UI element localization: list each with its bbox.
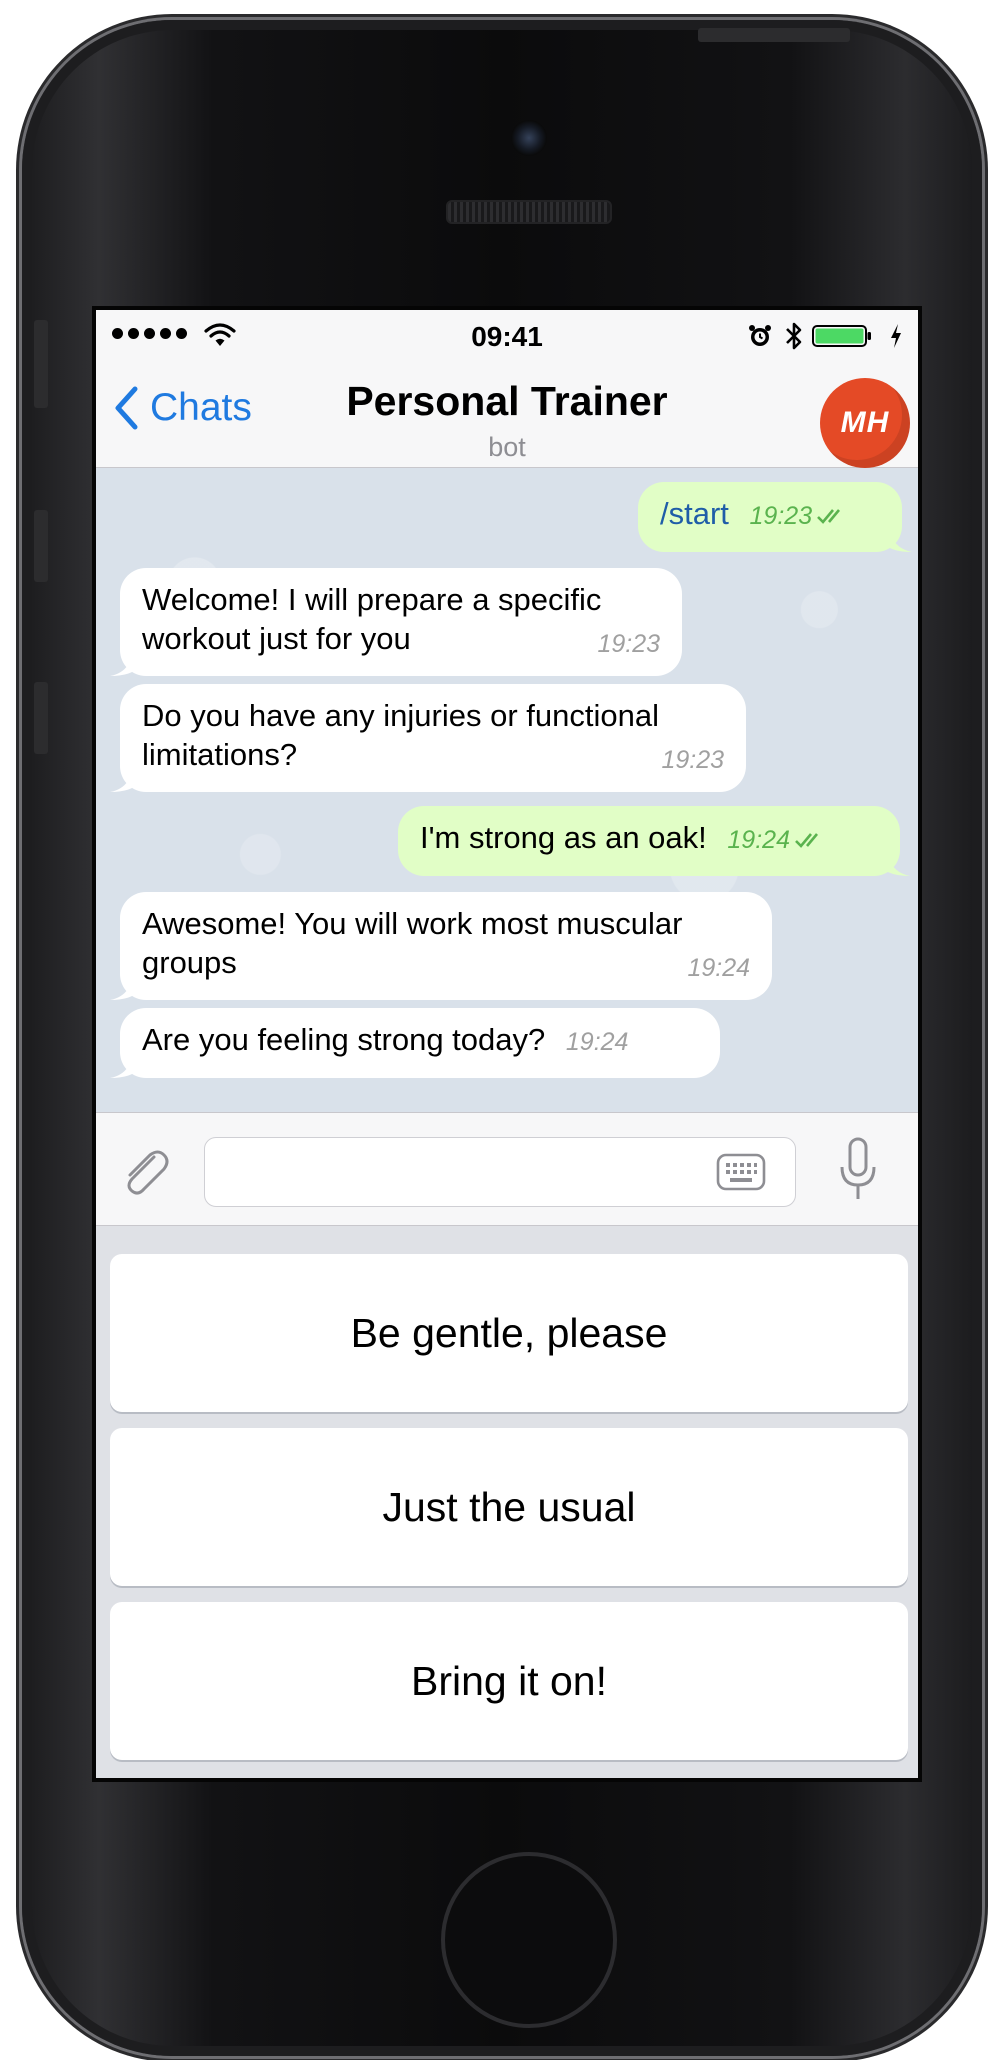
avatar-text: MH: [840, 406, 890, 439]
double-check-icon: [795, 833, 818, 848]
bubble-tail: [110, 652, 132, 676]
message-input[interactable]: [204, 1137, 796, 1207]
earpiece-speaker: [446, 200, 612, 224]
reply-button-bring-it-on[interactable]: Bring it on!: [110, 1602, 908, 1760]
message-text: I'm strong as an oak!: [420, 820, 707, 855]
message-out[interactable]: /start 19:23: [638, 482, 912, 552]
reply-button-be-gentle[interactable]: Be gentle, please: [110, 1254, 908, 1412]
alarm-icon: [749, 325, 771, 346]
message-in[interactable]: Do you have any injuries or functional l…: [110, 684, 746, 792]
microphone-icon[interactable]: [838, 1137, 878, 1203]
home-button[interactable]: [441, 1852, 617, 2028]
bubble-tail: [110, 976, 132, 1000]
message-in[interactable]: Awesome! You will work most muscular gro…: [110, 892, 772, 1000]
bluetooth-icon: [786, 322, 802, 350]
input-bar: [96, 1112, 918, 1226]
status-bar: 09:41: [96, 310, 918, 366]
reply-button-just-the-usual[interactable]: Just the usual: [110, 1428, 908, 1586]
message-time: 19:24: [565, 1028, 629, 1056]
chat-subtitle: bot: [488, 432, 526, 462]
message-text: Are you feeling strong today?: [142, 1022, 546, 1057]
message-time: 19:23: [597, 630, 660, 658]
bubble-tail: [110, 768, 132, 792]
avatar[interactable]: MH: [820, 378, 910, 468]
message-time: 19:23: [661, 746, 724, 774]
reply-keyboard: Be gentle, please Just the usual Bring i…: [96, 1226, 918, 1778]
bubble-tail: [110, 1054, 132, 1078]
paperclip-icon[interactable]: [116, 1143, 174, 1201]
message-text: /start: [660, 496, 729, 531]
message-time: 19:24: [687, 954, 750, 982]
chat-area[interactable]: /start 19:23 Welcome! I will prepare a s…: [96, 468, 918, 1112]
bubble-tail: [890, 528, 912, 552]
bubble-tail: [888, 852, 910, 876]
keyboard-icon[interactable]: [716, 1153, 766, 1191]
message-out[interactable]: I'm strong as an oak! 19:24: [398, 806, 910, 876]
volume-down-button: [34, 682, 48, 754]
volume-up-button: [34, 510, 48, 582]
battery-icon: [812, 325, 871, 347]
nav-bar: Chats Personal Trainer bot MH: [96, 366, 918, 468]
message-text: Awesome! You will work most muscular gro…: [142, 906, 683, 980]
double-check-icon: [817, 509, 841, 524]
charging-bolt-icon: [891, 324, 901, 348]
power-button: [698, 28, 850, 42]
phone-screen: 09:41 Chats Personal Trainer bot MH /sta…: [92, 306, 922, 1782]
chat-title: Personal Trainer: [346, 378, 668, 424]
mute-switch: [34, 320, 48, 408]
front-camera: [511, 120, 547, 156]
message-text: Do you have any injuries or functional l…: [142, 698, 659, 772]
message-in[interactable]: Are you feeling strong today? 19:24: [110, 1008, 720, 1078]
message-time: 19:23: [749, 502, 813, 530]
message-in[interactable]: Welcome! I will prepare a specific worko…: [110, 568, 682, 676]
message-text: Welcome! I will prepare a specific worko…: [142, 582, 602, 656]
message-time: 19:24: [727, 826, 790, 854]
